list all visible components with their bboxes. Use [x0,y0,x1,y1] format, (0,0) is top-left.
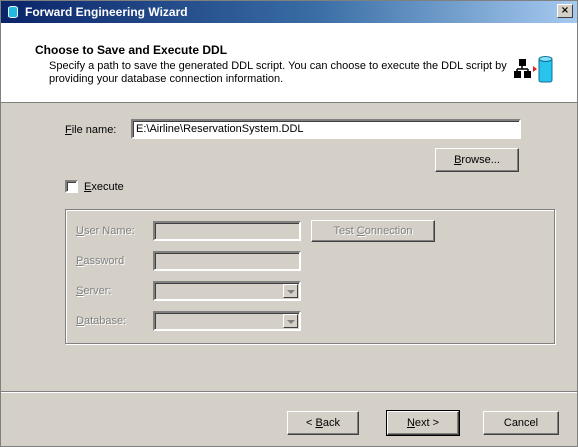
password-input[interactable] [153,251,301,271]
user-name-input[interactable] [153,221,301,241]
step-title: Choose to Save and Execute DDL [35,43,228,57]
wizard-window: Forward Engineering Wizard × Choose to S… [0,0,578,447]
execute-label: Execute [84,181,124,193]
cancel-button[interactable]: Cancel [483,411,559,435]
test-connection-button[interactable]: Test Connection [311,220,435,242]
password-label: Password [76,255,125,267]
file-name-input[interactable]: E:\Airline\ReservationSystem.DDL [131,119,521,139]
chevron-down-icon[interactable] [283,284,298,298]
wizard-header: Choose to Save and Execute DDL Specify a… [1,23,577,103]
database-dropdown[interactable] [153,311,301,331]
back-button[interactable]: < Back [287,411,359,435]
browse-button[interactable]: Browse... [435,148,519,172]
next-button[interactable]: Next > [386,410,460,436]
wizard-body: File name: E:\Airline\ReservationSystem.… [1,104,577,394]
execute-checkbox[interactable] [65,180,78,193]
title-bar[interactable]: Forward Engineering Wizard × [1,1,577,23]
database-label: Database: [76,315,127,327]
window-title: Forward Engineering Wizard [25,5,188,19]
forward-engineering-icon [514,56,553,83]
database-icon [7,5,19,19]
chevron-down-icon[interactable] [283,314,298,328]
footer-separator [1,391,577,393]
file-name-label: File name: [65,124,117,136]
step-description: Specify a path to save the generated DDL… [49,60,507,85]
connection-groupbox [65,209,555,344]
user-name-label: User Name: [76,225,135,237]
close-button[interactable]: × [557,4,573,18]
server-dropdown[interactable] [153,281,301,301]
server-label: Server: [76,285,112,297]
